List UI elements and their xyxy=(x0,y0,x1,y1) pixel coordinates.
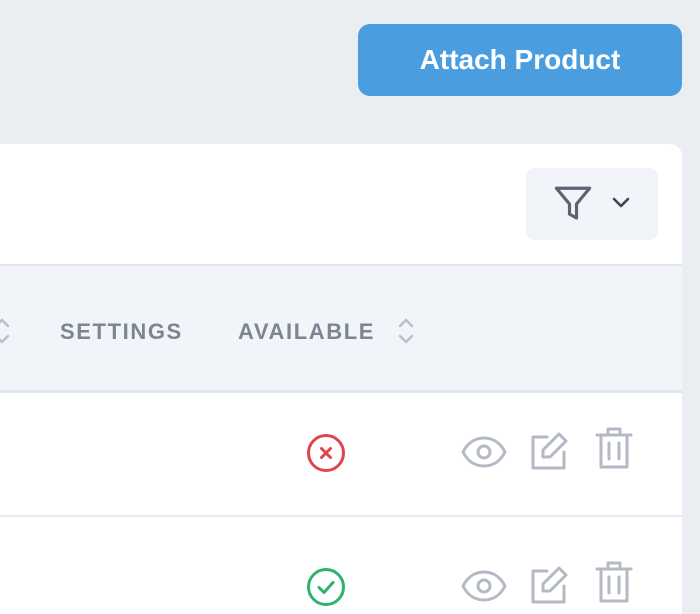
attach-product-button[interactable]: Attach Product xyxy=(358,24,682,96)
filter-icon xyxy=(554,186,592,220)
view-icon[interactable] xyxy=(461,569,507,603)
chevron-down-icon xyxy=(612,197,630,208)
view-icon[interactable] xyxy=(461,435,507,469)
edit-icon[interactable] xyxy=(528,430,570,472)
filter-dropdown-button[interactable] xyxy=(526,168,658,240)
table-row xyxy=(0,393,682,517)
edit-icon[interactable] xyxy=(528,564,570,606)
sort-icon[interactable] xyxy=(397,314,415,348)
sort-icon[interactable] xyxy=(0,314,10,348)
delete-icon[interactable] xyxy=(595,560,633,604)
column-header-settings: SETTINGS xyxy=(60,319,183,344)
table-row xyxy=(0,517,682,614)
check-circle-icon xyxy=(307,568,345,606)
resource-table-card: SETTINGS AVAILABLE xyxy=(0,144,682,614)
resource-page: Attach Product SETTINGS AVAILABLE xyxy=(0,0,700,614)
column-header-available[interactable]: AVAILABLE xyxy=(238,319,375,345)
table-header: SETTINGS AVAILABLE xyxy=(0,264,682,393)
x-circle-icon xyxy=(307,434,345,472)
delete-icon[interactable] xyxy=(595,426,633,470)
